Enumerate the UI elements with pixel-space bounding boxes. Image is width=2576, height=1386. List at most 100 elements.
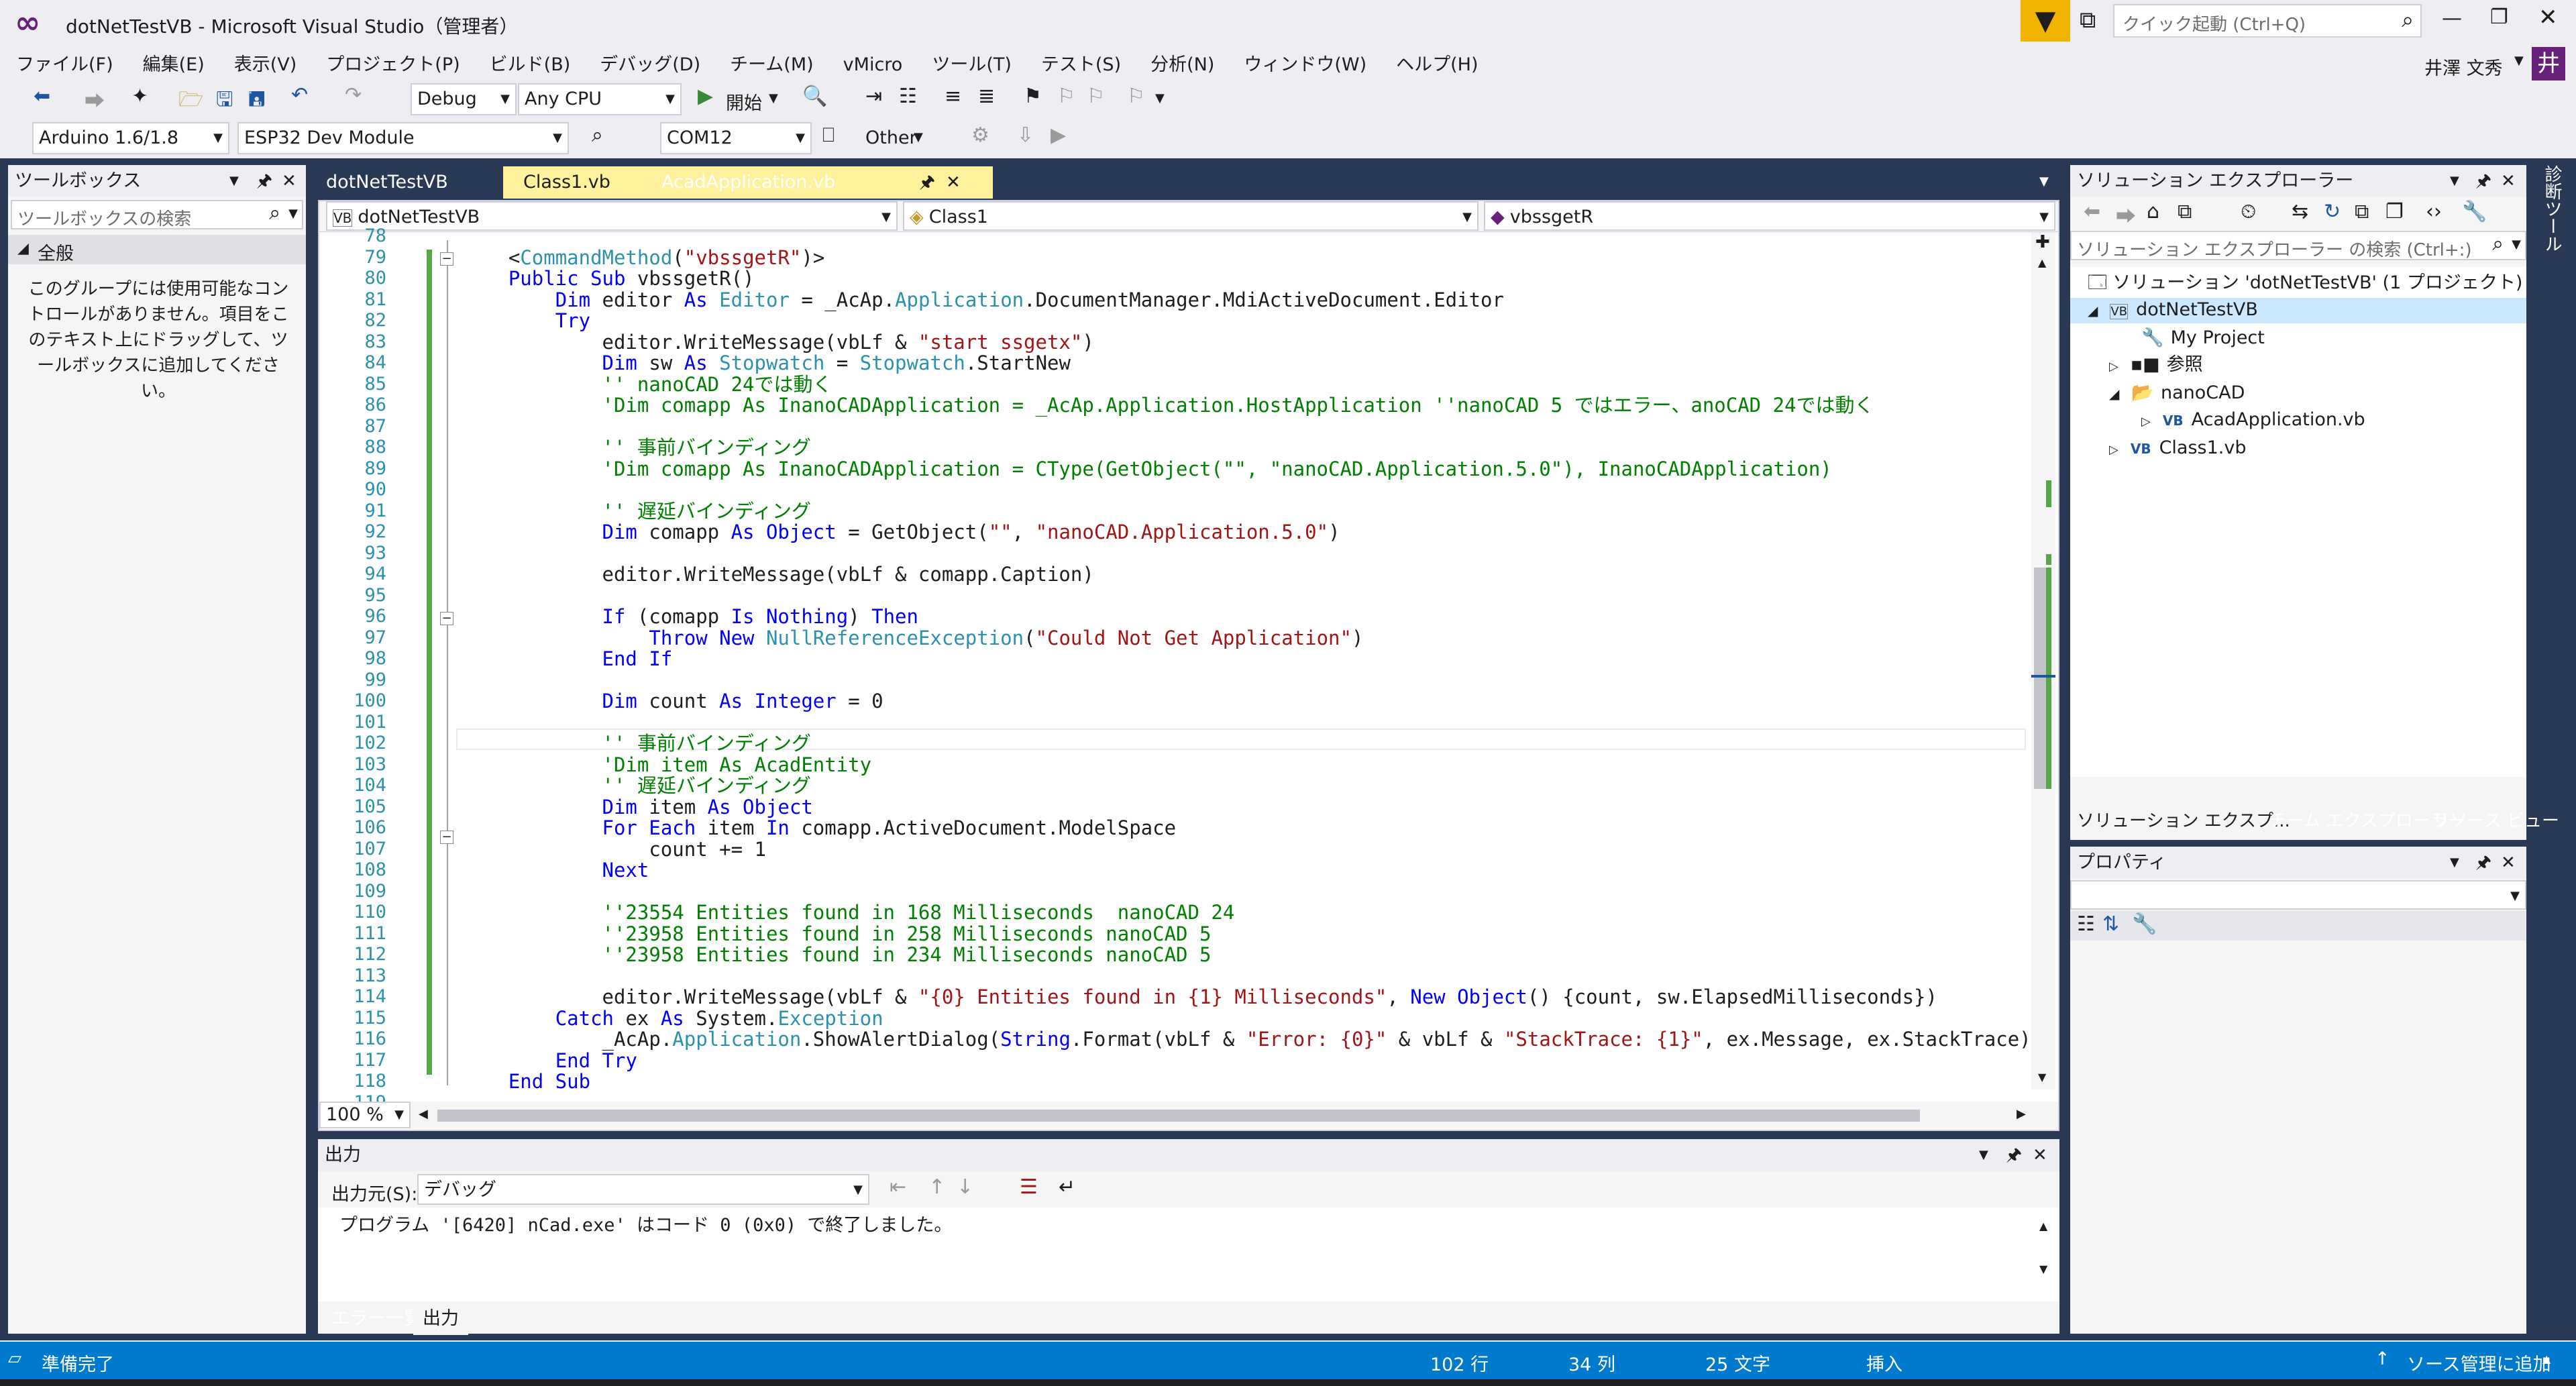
clear-bookmarks-icon[interactable]: ⚐ bbox=[1127, 85, 1145, 108]
attach-icon[interactable]: 🔍 bbox=[802, 85, 827, 108]
scroll-right-icon[interactable]: ▶ bbox=[2017, 1107, 2026, 1121]
menu-test[interactable]: テスト(S) bbox=[1041, 54, 1121, 75]
solution-configuration-select[interactable]: Debug ▼ bbox=[411, 83, 517, 115]
pin-icon[interactable]: 🖈 bbox=[2475, 847, 2491, 879]
pending-changes-icon[interactable]: ⏲ bbox=[2241, 200, 2256, 223]
diagnostic-tools-side-tab[interactable]: 診断ツール bbox=[2533, 165, 2567, 259]
collapse-all-icon[interactable]: ⧉ bbox=[2355, 200, 2369, 223]
run-icon[interactable]: ▶ bbox=[1051, 123, 1066, 147]
menu-file[interactable]: ファイル(F) bbox=[16, 54, 113, 75]
close-icon[interactable]: ✕ bbox=[2501, 165, 2516, 197]
tab-output[interactable]: 出力 bbox=[413, 1303, 468, 1335]
collapse-icon[interactable]: − bbox=[440, 831, 453, 844]
forward-icon[interactable]: ⮕ bbox=[2116, 200, 2136, 229]
quick-launch-input[interactable]: クイック起動 (Ctrl+Q) ⌕ bbox=[2113, 4, 2422, 38]
home-icon[interactable]: ⌂ bbox=[2147, 200, 2159, 223]
clear-all-icon[interactable]: ☰ bbox=[1020, 1175, 1038, 1199]
scrollbar-thumb[interactable] bbox=[2034, 568, 2046, 789]
property-pages-icon[interactable]: 🔧 bbox=[2132, 912, 2157, 936]
alphabetical-icon[interactable]: ⇅ bbox=[2102, 912, 2119, 936]
tree-item-nanocad-folder[interactable]: ◢ 📂 nanoCAD bbox=[2109, 380, 2245, 407]
search-icon[interactable]: ⌕ bbox=[592, 123, 603, 147]
menu-analyze[interactable]: 分析(N) bbox=[1150, 54, 1214, 75]
menu-project[interactable]: プロジェクト(P) bbox=[326, 54, 460, 75]
pin-icon[interactable]: 🖈 bbox=[2475, 165, 2491, 197]
tree-item-project[interactable]: ◢ VB dotNetTestVB bbox=[2088, 297, 2258, 325]
menu-debug[interactable]: デバッグ(D) bbox=[600, 54, 700, 75]
compare-icon[interactable]: ☷ bbox=[899, 85, 917, 108]
start-dropdown-icon[interactable]: ▼ bbox=[769, 91, 778, 105]
step-icon[interactable]: ⇥ bbox=[865, 85, 882, 108]
class-dropdown[interactable]: ◈ Class1 ▼ bbox=[903, 201, 1479, 231]
close-icon[interactable]: ✕ bbox=[2501, 847, 2516, 879]
back-icon[interactable]: ⬅ bbox=[2084, 200, 2100, 223]
member-dropdown[interactable]: ◆ vbssgetR ▼ bbox=[1484, 201, 2055, 231]
serial-monitor-icon[interactable]: ⎕ bbox=[822, 123, 835, 147]
next-message-icon[interactable]: ↓ bbox=[957, 1175, 973, 1199]
board-select[interactable]: ESP32 Dev Module ▼ bbox=[237, 122, 569, 154]
close-icon[interactable]: ✕ bbox=[2033, 1139, 2047, 1171]
menu-edit[interactable]: 編集(E) bbox=[143, 54, 205, 75]
tree-item-class1-vb[interactable]: ▷ VB Class1.vb bbox=[2109, 435, 2247, 464]
split-editor-icon[interactable]: ✚ bbox=[2035, 232, 2050, 252]
scroll-down-icon[interactable]: ▼ bbox=[2038, 1071, 2046, 1083]
dropdown-icon[interactable]: ▼ bbox=[229, 165, 239, 197]
word-wrap-icon[interactable]: ↵ bbox=[1059, 1175, 1075, 1199]
scroll-up-icon[interactable]: ▲ bbox=[2038, 256, 2046, 269]
tree-item-my-project[interactable]: 🔧 My Project bbox=[2141, 325, 2265, 352]
quick-launch-pin-icon[interactable]: ⧉ bbox=[2080, 7, 2096, 34]
menu-view[interactable]: 表示(V) bbox=[234, 54, 297, 75]
next-bookmark-icon[interactable]: ⚐ bbox=[1087, 85, 1105, 108]
start-button[interactable]: 開始 bbox=[726, 89, 762, 115]
solution-platform-select[interactable]: Any CPU ▼ bbox=[518, 83, 682, 115]
zoom-select[interactable]: 100 % ▼ bbox=[319, 1102, 411, 1128]
other-menu[interactable]: Other bbox=[865, 127, 917, 148]
output-source-select[interactable]: デバッグ ▼ bbox=[417, 1174, 869, 1205]
source-control-dropdown-icon[interactable]: ▲ bbox=[2542, 1352, 2551, 1365]
collapse-icon[interactable]: − bbox=[440, 252, 453, 266]
feedback-filter-icon[interactable]: ▼ bbox=[2021, 0, 2070, 42]
sync-icon[interactable]: ⇆ bbox=[2292, 200, 2308, 223]
vertical-scrollbar[interactable]: ✚ ▲ ▼ bbox=[2031, 232, 2055, 1089]
undo-icon[interactable]: ↶ bbox=[291, 83, 308, 107]
outdent-icon[interactable]: ≡ bbox=[945, 85, 961, 108]
output-text-area[interactable]: プログラム '[6420] nCad.exe' はコード 0 (0x0) で終了… bbox=[318, 1208, 2059, 1301]
go-to-location-icon[interactable]: ⇤ bbox=[890, 1175, 906, 1199]
search-options-icon[interactable]: ▼ bbox=[2512, 237, 2521, 252]
solution-search-input[interactable]: ソリューション エクスプローラー の検索 (Ctrl+:) ⌕ ▼ bbox=[2070, 231, 2526, 260]
properties-object-select[interactable]: ▼ bbox=[2070, 880, 2526, 910]
back-icon[interactable]: ⬅ bbox=[34, 85, 50, 108]
settings-icon[interactable]: ⚙ bbox=[971, 123, 989, 147]
menu-help[interactable]: ヘルプ(H) bbox=[1396, 54, 1478, 75]
tab-list-dropdown-icon[interactable]: ▼ bbox=[2039, 174, 2049, 189]
forward-icon[interactable]: ⮕ bbox=[85, 85, 105, 114]
prev-bookmark-icon[interactable]: ⚐ bbox=[1057, 85, 1075, 108]
user-name[interactable]: 井澤 文秀 bbox=[2424, 54, 2503, 80]
collapse-icon[interactable]: − bbox=[440, 612, 453, 625]
project-dropdown[interactable]: VB dotNetTestVB ▼ bbox=[326, 201, 898, 231]
pin-icon[interactable]: 🖈 bbox=[256, 165, 272, 197]
toolbox-search-input[interactable]: ツールボックスの検索 ⌕ ▼ bbox=[11, 200, 303, 229]
toolbar-overflow-icon[interactable]: ▼ bbox=[1155, 91, 1165, 105]
save-icon[interactable]: 🖫 bbox=[216, 85, 233, 119]
save-all-icon[interactable]: 🖪 bbox=[248, 85, 266, 119]
switch-views-icon[interactable]: ⧉ bbox=[2178, 200, 2192, 223]
dropdown-icon[interactable]: ▼ bbox=[1979, 1139, 1988, 1171]
close-icon[interactable]: ✕ bbox=[946, 166, 961, 199]
tree-item-acadapplication-vb[interactable]: ▷ VB AcadApplication.vb bbox=[2141, 407, 2365, 435]
menu-window[interactable]: ウィンドウ(W) bbox=[1244, 54, 1366, 75]
pin-icon[interactable]: 🖈 bbox=[919, 166, 935, 199]
scroll-up-icon[interactable]: ▲ bbox=[2039, 1220, 2047, 1232]
tab-dotnettestvb[interactable]: dotNetTestVB bbox=[326, 166, 500, 199]
restore-button[interactable]: ❐ bbox=[2490, 5, 2508, 29]
search-options-icon[interactable]: ▼ bbox=[288, 207, 298, 221]
prev-message-icon[interactable]: ↑ bbox=[928, 1175, 945, 1199]
toolbox-group-header[interactable]: ◢ 全般 bbox=[8, 235, 306, 264]
dropdown-icon[interactable]: ▼ bbox=[2450, 847, 2459, 879]
minimize-button[interactable]: — bbox=[2442, 7, 2462, 30]
tab-resource-view[interactable]: リソース ビュー bbox=[2426, 805, 2566, 837]
open-folder-icon[interactable]: 🗁 bbox=[178, 85, 203, 119]
close-icon[interactable]: ✕ bbox=[282, 165, 297, 197]
pin-icon[interactable]: 🖈 bbox=[2006, 1139, 2022, 1171]
source-control-button[interactable]: ソース管理に追加 bbox=[2407, 1350, 2551, 1376]
